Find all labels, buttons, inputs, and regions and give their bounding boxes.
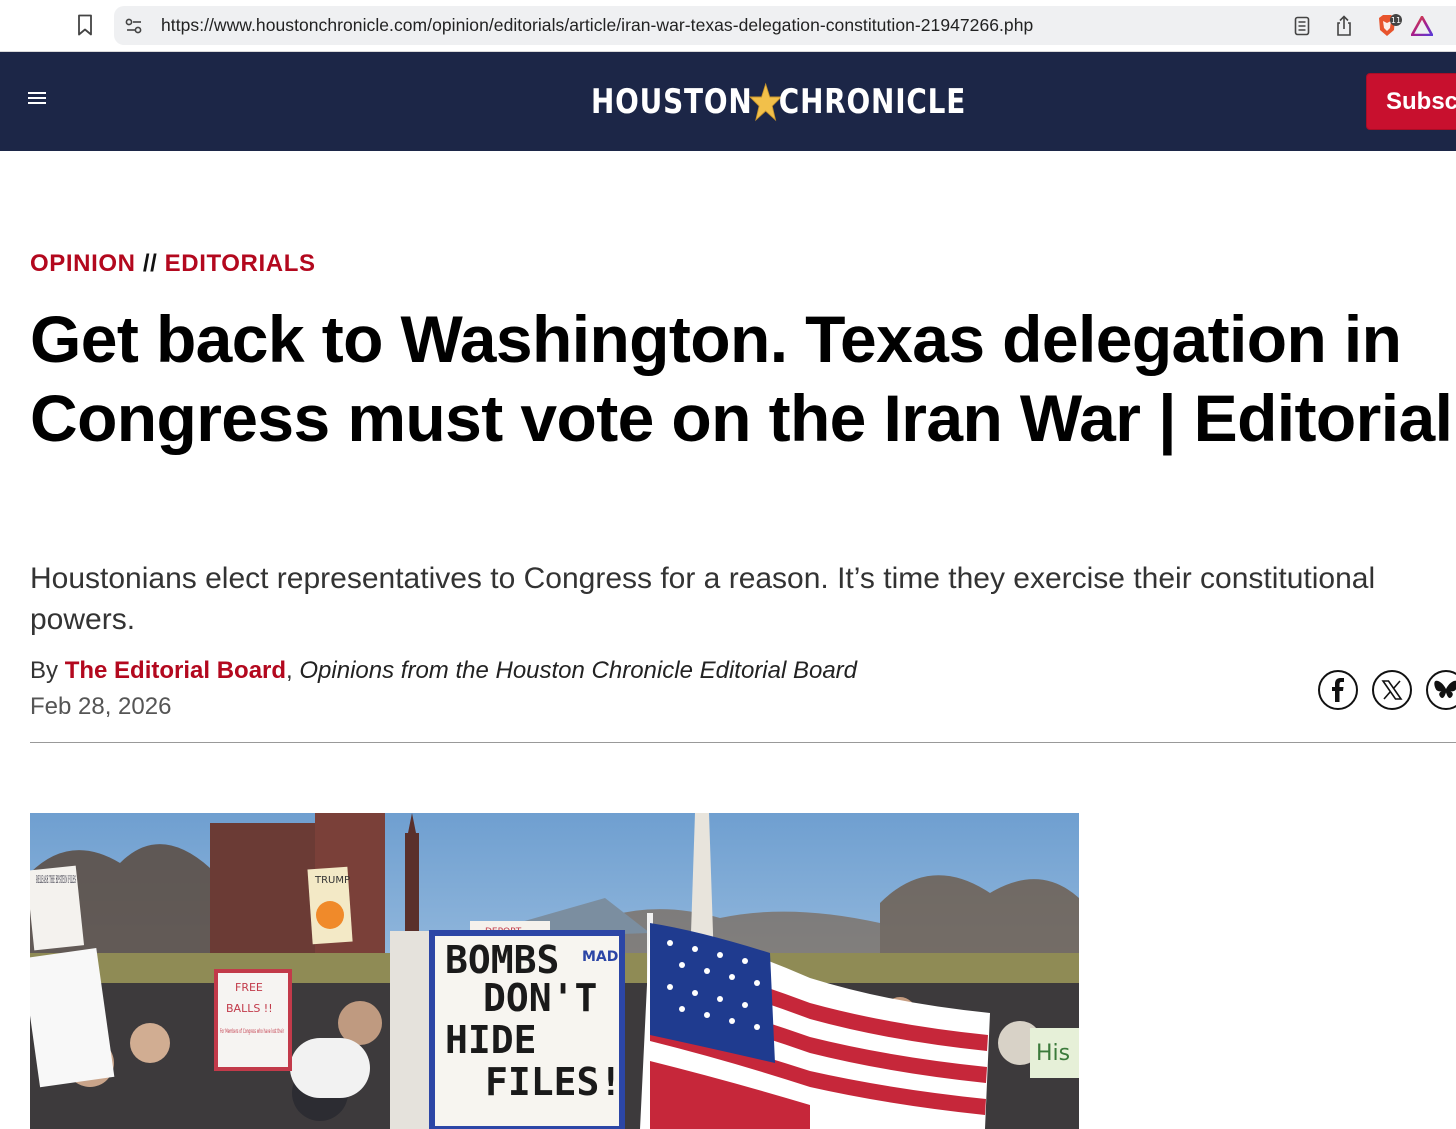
hero-photo[interactable]: RELEASE THE EPSTEIN FILES FREE BALLS !! … xyxy=(30,813,1079,1129)
logo-text-left: HOUSTON xyxy=(591,82,753,122)
sign-members-text: For Members of Congress who have lost th… xyxy=(220,1028,284,1035)
sign-mad-text: MAD xyxy=(582,949,618,965)
browser-toolbar: https://www.houstonchronicle.com/opinion… xyxy=(0,0,1456,52)
logo-text-right: CHRONICLE xyxy=(778,82,967,122)
byline: By The Editorial Board, Opinions from th… xyxy=(30,657,858,684)
sign-his-text: His xyxy=(1036,1041,1070,1066)
section-link-editorials[interactable]: EDITORIALS xyxy=(165,250,316,277)
author-affiliation: Opinions from the Houston Chronicle Edit… xyxy=(299,657,858,684)
brave-shields-icon[interactable]: 11 xyxy=(1376,14,1404,37)
facebook-icon[interactable] xyxy=(1318,670,1358,710)
sign-hide-text: HIDE xyxy=(445,1018,537,1062)
svg-text:11: 11 xyxy=(1391,16,1401,25)
sign-trump-text: TRUMP xyxy=(314,875,350,886)
site-settings-icon[interactable] xyxy=(124,16,144,36)
url-text: https://www.houstonchronicle.com/opinion… xyxy=(161,15,1034,35)
bluesky-icon[interactable] xyxy=(1426,670,1456,710)
sign-release-text: RELEASE THE EPSTEIN FILES xyxy=(36,875,76,886)
share-page-icon[interactable] xyxy=(1333,15,1355,37)
reader-mode-icon[interactable] xyxy=(1291,15,1313,37)
section-link-opinion[interactable]: OPINION xyxy=(30,250,136,277)
sign-dont-text: DON'T xyxy=(483,976,597,1020)
publish-date: Feb 28, 2026 xyxy=(30,693,172,720)
byline-divider xyxy=(30,742,1456,743)
article-headline: Get back to Washington. Texas delegation… xyxy=(30,302,1453,455)
star-icon xyxy=(749,82,783,122)
brave-rewards-icon[interactable] xyxy=(1411,15,1433,37)
bookmark-icon[interactable] xyxy=(74,12,96,38)
sign-balls-text: BALLS !! xyxy=(226,1002,273,1015)
subscribe-button[interactable]: Subscribe xyxy=(1366,73,1456,130)
houston-chronicle-logo[interactable]: HOUSTON CHRONICLE xyxy=(591,82,966,122)
site-header: HOUSTON CHRONICLE Subscribe xyxy=(0,52,1456,151)
article-dek: Houstonians elect representatives to Con… xyxy=(30,562,1376,636)
protest-photo-illustration: RELEASE THE EPSTEIN FILES FREE BALLS !! … xyxy=(30,813,1079,1129)
breadcrumb-separator: // xyxy=(142,250,158,277)
sign-free-text: FREE xyxy=(235,981,263,994)
byline-prefix: By xyxy=(30,657,59,684)
author-link[interactable]: The Editorial Board xyxy=(65,657,286,684)
address-bar[interactable]: https://www.houstonchronicle.com/opinion… xyxy=(114,6,1456,45)
x-icon[interactable] xyxy=(1372,670,1412,710)
section-breadcrumb: OPINION // EDITORIALS xyxy=(30,250,316,278)
sign-files-text: FILES! xyxy=(485,1060,622,1104)
menu-icon[interactable] xyxy=(28,92,46,106)
